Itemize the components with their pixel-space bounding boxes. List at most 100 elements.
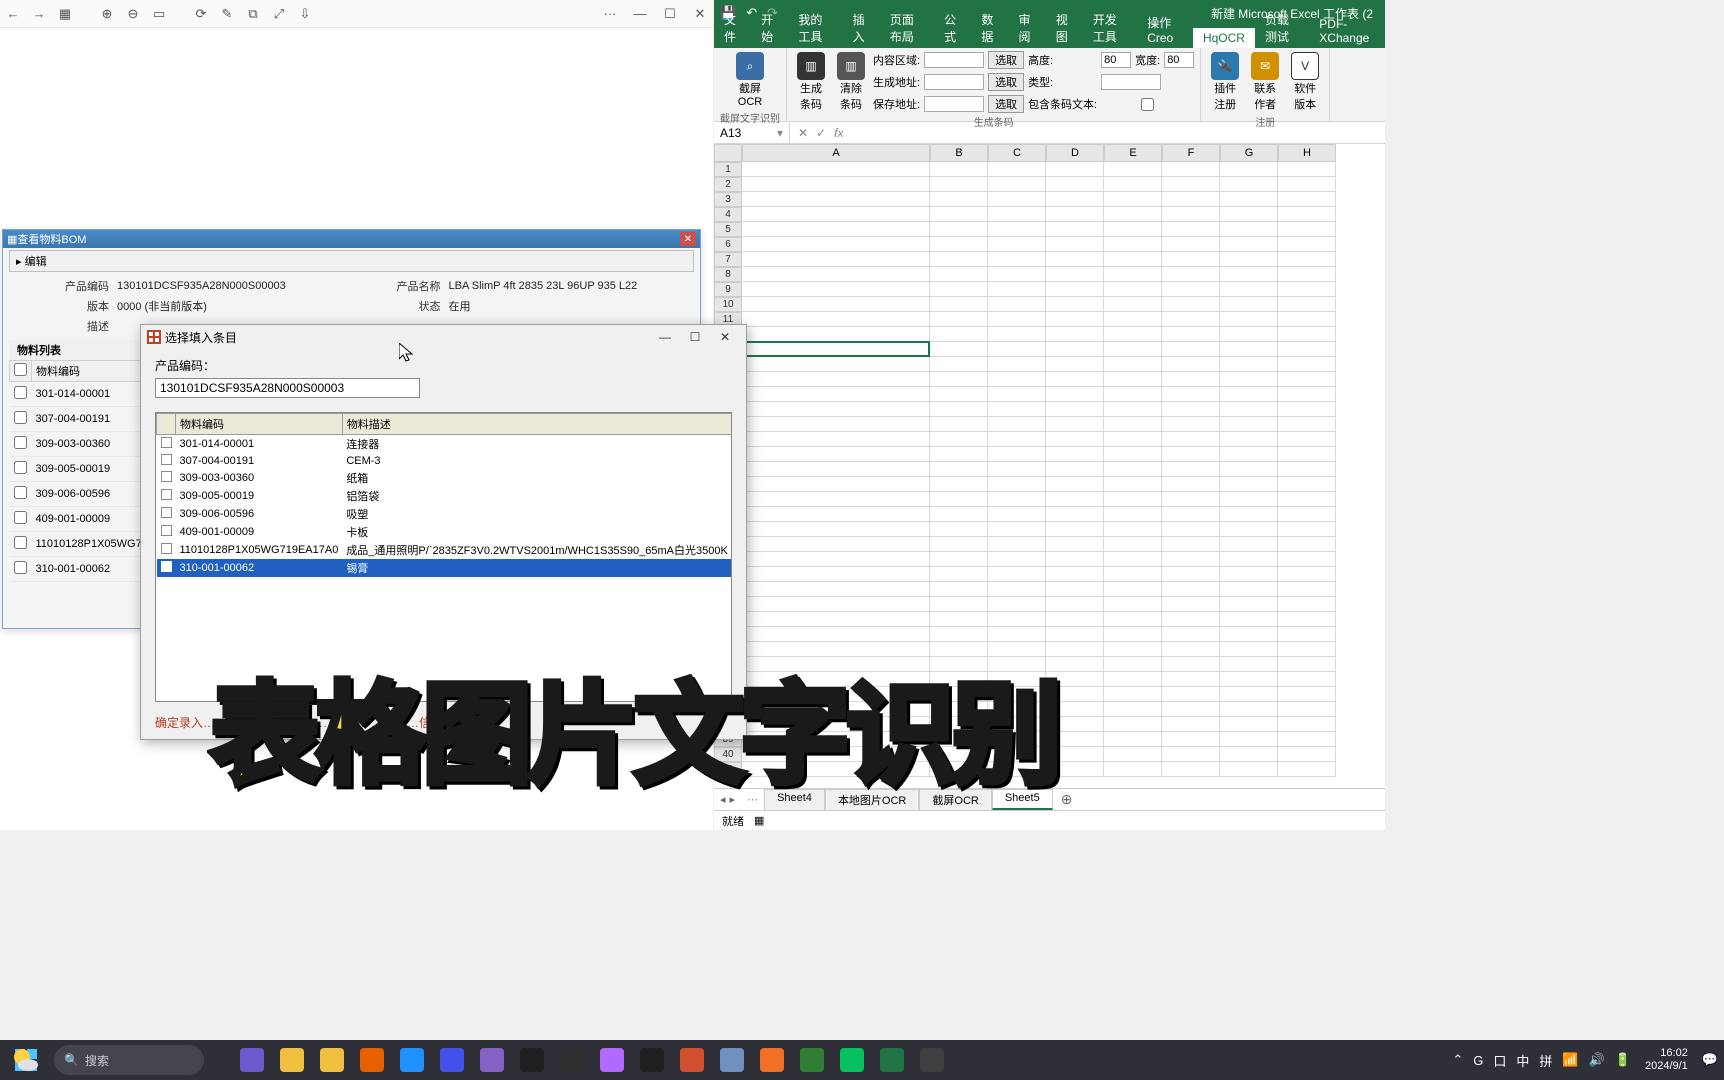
cell[interactable] (1220, 192, 1278, 207)
cell[interactable] (988, 177, 1046, 192)
cell[interactable] (1220, 552, 1278, 567)
weather-widget[interactable] (10, 1045, 40, 1075)
clear-barcode-button[interactable]: ▥清除 条码 (833, 50, 869, 114)
cell[interactable] (1162, 282, 1220, 297)
cell[interactable] (1162, 567, 1220, 582)
gen-barcode-button[interactable]: ▥生成 条码 (793, 50, 829, 114)
cell[interactable] (930, 297, 988, 312)
cell[interactable] (1220, 252, 1278, 267)
cell[interactable] (1104, 417, 1162, 432)
cell[interactable] (930, 177, 988, 192)
zoom-in-icon[interactable]: ⊕ (98, 5, 116, 23)
cell[interactable] (988, 357, 1046, 372)
cell[interactable] (930, 537, 988, 552)
cell[interactable] (1046, 492, 1104, 507)
row-3[interactable]: 3 (714, 192, 1385, 207)
cell[interactable] (1162, 417, 1220, 432)
bom-row-check[interactable] (14, 486, 27, 499)
cell[interactable] (1278, 207, 1336, 222)
cell[interactable] (1278, 372, 1336, 387)
fx-cancel-icon[interactable]: ✕ (798, 126, 808, 140)
cell[interactable] (1220, 477, 1278, 492)
width-input[interactable] (1164, 52, 1194, 68)
row-17[interactable]: 17 (714, 402, 1385, 417)
tray-volume-icon[interactable]: 🔊 (1589, 1052, 1605, 1068)
cell[interactable] (1162, 657, 1220, 672)
cell[interactable] (988, 522, 1046, 537)
cell[interactable] (742, 192, 930, 207)
cell[interactable] (1278, 237, 1336, 252)
cell[interactable] (1046, 537, 1104, 552)
cell[interactable] (1278, 477, 1336, 492)
cell[interactable] (1162, 612, 1220, 627)
cell[interactable] (1220, 642, 1278, 657)
cell[interactable] (1278, 192, 1336, 207)
cell[interactable] (1104, 252, 1162, 267)
taskbar-app-browser[interactable] (794, 1044, 830, 1076)
col-header-F[interactable]: F (1162, 144, 1220, 162)
cell[interactable] (1046, 237, 1104, 252)
zoom-out-icon[interactable]: ⊖ (124, 5, 142, 23)
row-7[interactable]: 7 (714, 252, 1385, 267)
cell[interactable] (1046, 567, 1104, 582)
cell[interactable] (1278, 507, 1336, 522)
fx-icon[interactable]: fx (834, 126, 843, 140)
cell[interactable] (1278, 702, 1336, 717)
cell[interactable] (930, 507, 988, 522)
cell[interactable] (742, 342, 930, 357)
cell[interactable] (1278, 177, 1336, 192)
bom-check-all[interactable] (14, 363, 27, 376)
cell[interactable] (1220, 327, 1278, 342)
row-header-4[interactable]: 4 (714, 207, 742, 222)
cell[interactable] (1104, 327, 1162, 342)
ribbon-tab-操作Creo[interactable]: 操作Creo (1137, 11, 1193, 48)
cell[interactable] (1046, 282, 1104, 297)
entry-row-check[interactable] (161, 561, 172, 572)
fx-confirm-icon[interactable]: ✓ (816, 126, 826, 140)
cell[interactable] (1104, 342, 1162, 357)
taskbar-app-app-g[interactable] (914, 1044, 950, 1076)
entry-row[interactable]: 11010128P1X05WG719EA17A0成品_通用照明P/`2835ZF… (157, 541, 733, 559)
cell[interactable] (930, 162, 988, 177)
cell[interactable] (930, 492, 988, 507)
save-addr-input[interactable] (924, 96, 984, 112)
cell[interactable] (930, 222, 988, 237)
close-icon[interactable]: ✕ (691, 5, 709, 23)
plugin-register-button[interactable]: 🔌插件 注册 (1207, 50, 1243, 114)
cell[interactable] (988, 282, 1046, 297)
cell[interactable] (1104, 567, 1162, 582)
row-header-10[interactable]: 10 (714, 297, 742, 312)
cell[interactable] (1046, 327, 1104, 342)
cell[interactable] (1104, 162, 1162, 177)
cell[interactable] (1104, 462, 1162, 477)
cell[interactable] (1162, 177, 1220, 192)
taskbar-app-wechat[interactable] (834, 1044, 870, 1076)
cell[interactable] (930, 327, 988, 342)
col-material-code[interactable]: 物料编码 (176, 414, 343, 435)
entry-row[interactable]: 309-005-00019铝箔袋0.0089290000 (157, 487, 733, 505)
col-header-E[interactable]: E (1104, 144, 1162, 162)
cell[interactable] (930, 387, 988, 402)
row-1[interactable]: 1 (714, 162, 1385, 177)
cell[interactable] (930, 462, 988, 477)
cell[interactable] (1278, 537, 1336, 552)
ribbon-tab-文件[interactable]: 文件 (714, 8, 751, 48)
cell[interactable] (988, 447, 1046, 462)
cell[interactable] (930, 342, 988, 357)
row-21[interactable]: 21 (714, 462, 1385, 477)
ribbon-tab-我的工具[interactable]: 我的工具 (788, 8, 842, 48)
cell[interactable] (1278, 762, 1336, 777)
row-header-9[interactable]: 9 (714, 282, 742, 297)
cell[interactable] (1278, 462, 1336, 477)
cell[interactable] (1162, 762, 1220, 777)
cell[interactable] (1046, 372, 1104, 387)
row-9[interactable]: 9 (714, 282, 1385, 297)
contact-author-button[interactable]: ✉联系 作者 (1247, 50, 1283, 114)
cell[interactable] (988, 597, 1046, 612)
status-macro-icon[interactable]: ▦ (754, 814, 764, 827)
ocr-screenshot-button[interactable]: ⌕ 截屏 OCR (732, 50, 768, 110)
entry-row-check[interactable] (161, 437, 172, 448)
entry-row-check[interactable] (161, 471, 172, 482)
row-5[interactable]: 5 (714, 222, 1385, 237)
bom-row-check[interactable] (14, 461, 27, 474)
